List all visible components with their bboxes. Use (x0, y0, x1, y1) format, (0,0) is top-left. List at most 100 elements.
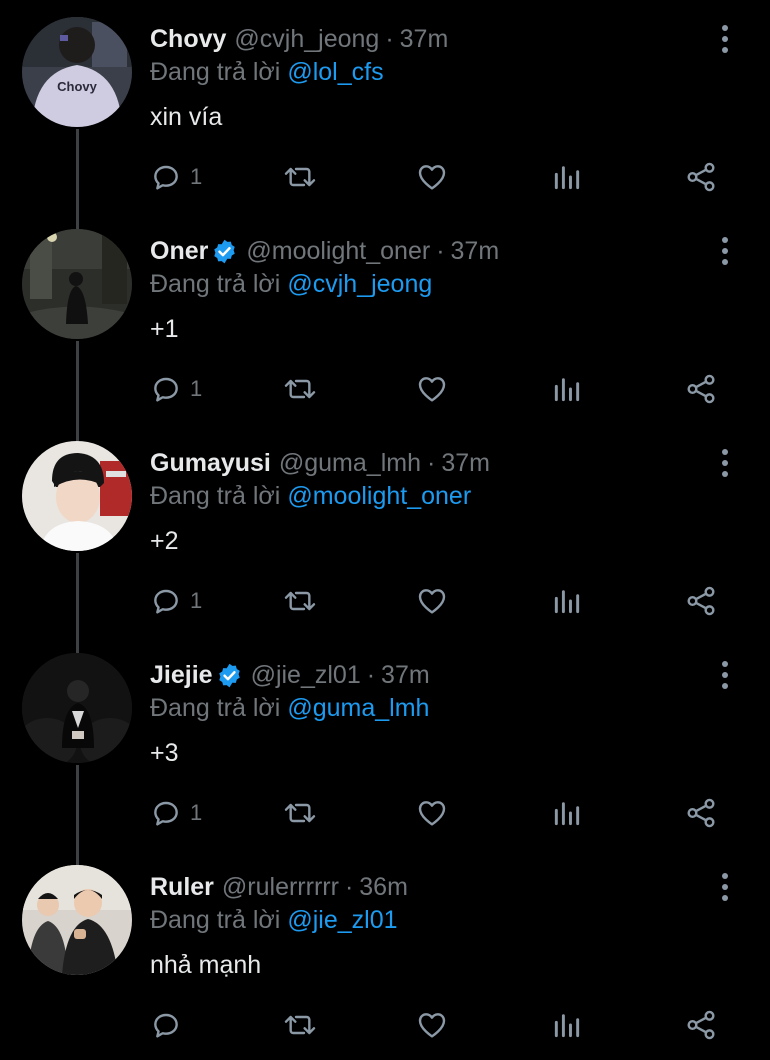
tweet[interactable]: Gumayusi @guma_lmh · 37m Đang trả lời @mo… (0, 424, 770, 636)
avatar[interactable] (22, 865, 132, 975)
like-button[interactable] (415, 583, 449, 619)
reply-to-link[interactable]: @moolight_oner (287, 482, 471, 510)
retweet-button[interactable] (282, 583, 318, 619)
retweet-button[interactable] (282, 371, 318, 407)
reply-button[interactable]: 1 (150, 795, 202, 831)
views-icon (554, 802, 580, 826)
more-options-button[interactable] (712, 870, 738, 904)
replying-to-label: Đang trả lời (150, 58, 281, 86)
reply-to-link[interactable]: @jie_zl01 (287, 906, 397, 934)
tweet[interactable]: Chovy Chovy @cvjh_jeong · 37m Đang trả l… (0, 0, 770, 212)
tweet[interactable]: Jiejie @jie_zl01 · 37m Đang trả lời @guma… (0, 636, 770, 848)
more-options-icon (722, 449, 728, 477)
heart-icon (418, 377, 446, 402)
heart-icon (418, 801, 446, 826)
user-handle[interactable]: @rulerrrrrr (222, 873, 339, 902)
replying-to-label: Đang trả lời (150, 694, 281, 722)
more-options-button[interactable] (712, 22, 738, 56)
reply-button[interactable]: 1 (150, 371, 202, 407)
timestamp[interactable]: 37m (381, 661, 430, 690)
share-button[interactable] (684, 1007, 718, 1043)
replying-to-label: Đang trả lời (150, 270, 281, 298)
tweet[interactable]: Oner @moolight_oner · 37m Đang trả lời @c… (0, 212, 770, 424)
user-handle[interactable]: @cvjh_jeong (234, 25, 379, 54)
user-handle[interactable]: @jie_zl01 (251, 661, 361, 690)
display-name[interactable]: Jiejie (150, 661, 213, 690)
display-name[interactable]: Oner (150, 237, 208, 266)
timestamp[interactable]: 37m (441, 449, 490, 478)
separator-dot: · (366, 660, 376, 689)
timestamp[interactable]: 37m (400, 25, 449, 54)
views-button[interactable] (551, 583, 583, 619)
views-icon (554, 378, 580, 402)
retweet-icon (284, 591, 316, 611)
avatar[interactable]: Chovy (22, 17, 132, 127)
display-name[interactable]: Ruler (150, 873, 214, 902)
timestamp[interactable]: 37m (451, 237, 500, 266)
retweet-button[interactable] (282, 1007, 318, 1043)
separator-dot: · (344, 872, 354, 901)
retweet-icon (284, 803, 316, 823)
share-button[interactable] (684, 371, 718, 407)
views-button[interactable] (551, 159, 583, 195)
reply-icon (154, 589, 178, 614)
avatar[interactable] (22, 653, 132, 763)
views-icon (554, 166, 580, 190)
reply-button[interactable]: 1 (150, 583, 202, 619)
reply-to-link[interactable]: @cvjh_jeong (287, 270, 432, 298)
reply-count: 1 (190, 800, 203, 825)
more-options-icon (722, 873, 728, 901)
like-button[interactable] (415, 795, 449, 831)
reply-icon (154, 1013, 178, 1038)
replying-to: Đang trả lời @moolight_oner (150, 482, 471, 511)
like-button[interactable] (415, 159, 449, 195)
reply-icon (154, 801, 178, 826)
share-icon (687, 586, 715, 616)
display-name[interactable]: Gumayusi (150, 449, 271, 478)
replying-to: Đang trả lời @lol_cfs (150, 58, 384, 87)
retweet-button[interactable] (282, 795, 318, 831)
views-icon (554, 590, 580, 614)
share-button[interactable] (684, 159, 718, 195)
views-button[interactable] (551, 1007, 583, 1043)
user-handle[interactable]: @guma_lmh (279, 449, 421, 478)
tweet-text: +2 (150, 527, 179, 555)
more-options-icon (722, 237, 728, 265)
share-button[interactable] (684, 583, 718, 619)
views-button[interactable] (551, 795, 583, 831)
reply-to-link[interactable]: @guma_lmh (287, 694, 429, 722)
tweet-text: nhả mạnh (150, 951, 262, 979)
tweet-header: Jiejie @jie_zl01 · 37m (150, 658, 430, 692)
views-icon (554, 1014, 580, 1038)
avatar[interactable] (22, 441, 132, 551)
reply-to-link[interactable]: @lol_cfs (287, 58, 383, 86)
more-options-button[interactable] (712, 658, 738, 692)
like-button[interactable] (415, 371, 449, 407)
tweet-header: Ruler @rulerrrrrr · 36m (150, 870, 408, 904)
avatar[interactable] (22, 229, 132, 339)
share-button[interactable] (684, 795, 718, 831)
retweet-icon (284, 1015, 316, 1035)
more-options-button[interactable] (712, 234, 738, 268)
tweet-text: +1 (150, 315, 179, 343)
more-options-icon (722, 661, 728, 689)
tweet-header: Gumayusi @guma_lmh · 37m (150, 446, 490, 480)
display-name[interactable]: Chovy (150, 25, 226, 54)
like-button[interactable] (415, 1007, 449, 1043)
tweet[interactable]: Ruler @rulerrrrrr · 36m Đang trả lời @jie… (0, 848, 770, 1060)
retweet-button[interactable] (282, 159, 318, 195)
tweet-text: xin vía (150, 103, 223, 131)
retweet-icon (284, 167, 316, 187)
separator-dot: · (436, 236, 445, 265)
views-button[interactable] (551, 371, 583, 407)
replying-to: Đang trả lời @guma_lmh (150, 694, 429, 723)
user-handle[interactable]: @moolight_oner (246, 237, 430, 266)
reply-button[interactable]: 1 (150, 159, 202, 195)
reply-button[interactable] (150, 1007, 190, 1043)
replying-to-label: Đang trả lời (150, 906, 281, 934)
heart-icon (418, 589, 446, 614)
timestamp[interactable]: 36m (359, 873, 408, 902)
share-icon (687, 1010, 715, 1040)
heart-icon (418, 165, 446, 190)
more-options-button[interactable] (712, 446, 738, 480)
